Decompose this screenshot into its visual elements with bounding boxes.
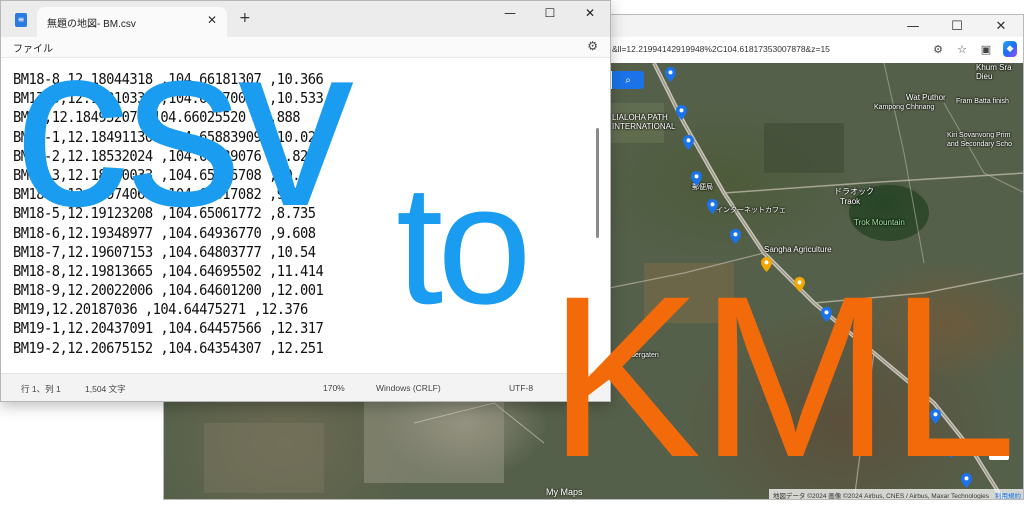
map-pin[interactable]	[665, 67, 676, 82]
map-label-draok-jp: ドラオック	[834, 187, 874, 196]
map-label-traok: Traok	[840, 197, 861, 206]
map-label-trok-mountain: Trok Mountain	[854, 218, 905, 227]
notepad-statusbar: 行 1、列 1 1,504 文字 170% Windows (CRLF) UTF…	[1, 373, 610, 401]
notepad-minimize-button[interactable]: —	[490, 1, 530, 25]
map-label-wat-puthor: Wat Puthor	[906, 93, 946, 102]
map-label-khum: Khum Sra Dieu	[976, 63, 1012, 81]
browser-window-controls: — ☐ ✕	[891, 15, 1023, 37]
csv-line: BM19,12.20187036 ,104.64475271 ,12.376	[13, 300, 308, 319]
map-label-school-1: LIALOHA PATH	[612, 113, 668, 122]
map-label-kiri-1: Kiri Sovanvong Prim	[947, 132, 1011, 139]
headline-csv: csv	[14, 0, 354, 255]
browser-close-button[interactable]: ✕	[979, 15, 1023, 37]
search-icon[interactable]: ⌕	[612, 71, 644, 89]
map-pin[interactable]	[707, 199, 718, 214]
map-pin[interactable]	[691, 171, 702, 186]
csv-line: BM19-1,12.20437091 ,104.64457566 ,12.317	[13, 319, 324, 338]
notepad-close-button[interactable]: ✕	[570, 1, 610, 25]
status-encoding[interactable]: UTF-8	[509, 383, 533, 393]
headline-to: to	[396, 150, 532, 340]
map-label-fram: Fram Batta finish	[956, 98, 1009, 105]
csv-line: BM19-2,12.20675152 ,104.64354307 ,12.251	[13, 338, 324, 357]
status-char-count: 1,504 文字	[85, 384, 126, 394]
headline-kml: KML	[548, 248, 1017, 505]
browser-minimize-button[interactable]: —	[891, 15, 935, 37]
browser-maximize-button[interactable]: ☐	[935, 15, 979, 37]
notepad-window-controls: — ☐ ✕	[490, 1, 610, 25]
map-label-school-2: INTERNATIONAL	[612, 122, 676, 131]
status-cursor-position: 行 1、列 1	[21, 384, 61, 394]
map-pin[interactable]	[676, 105, 687, 120]
status-line-ending[interactable]: Windows (CRLF)	[376, 383, 441, 393]
gear-icon[interactable]: ⚙	[587, 39, 598, 53]
map-pin[interactable]	[730, 229, 741, 244]
collections-icon[interactable]: ▣	[979, 41, 993, 57]
address-url[interactable]: &ll=12.21994142919948%2C104.618173530078…	[612, 44, 830, 54]
browser-toolbar: ⚙ ☆ ▣ ◆	[931, 41, 1017, 57]
csv-line: BM18-8,12.19813665 ,104.64695502 ,11.414	[13, 261, 324, 280]
csv-line: BM18-9,12.20022006 ,104.64601200 ,12.001	[13, 281, 324, 300]
copilot-icon[interactable]: ◆	[1003, 41, 1017, 57]
favorites-icon[interactable]: ☆	[955, 41, 969, 57]
map-label-kiri-2: and Secondary Scho	[947, 141, 1012, 148]
vertical-scrollbar[interactable]	[596, 128, 599, 238]
map-label-kampong-chhnang: Kampong Chhnang	[874, 104, 935, 111]
map-pin[interactable]	[683, 135, 694, 150]
map-label-internet-cafe: インターネットカフェ	[716, 207, 786, 214]
extensions-icon[interactable]: ⚙	[931, 41, 945, 57]
status-zoom[interactable]: 170%	[323, 383, 345, 393]
notepad-maximize-button[interactable]: ☐	[530, 1, 570, 25]
